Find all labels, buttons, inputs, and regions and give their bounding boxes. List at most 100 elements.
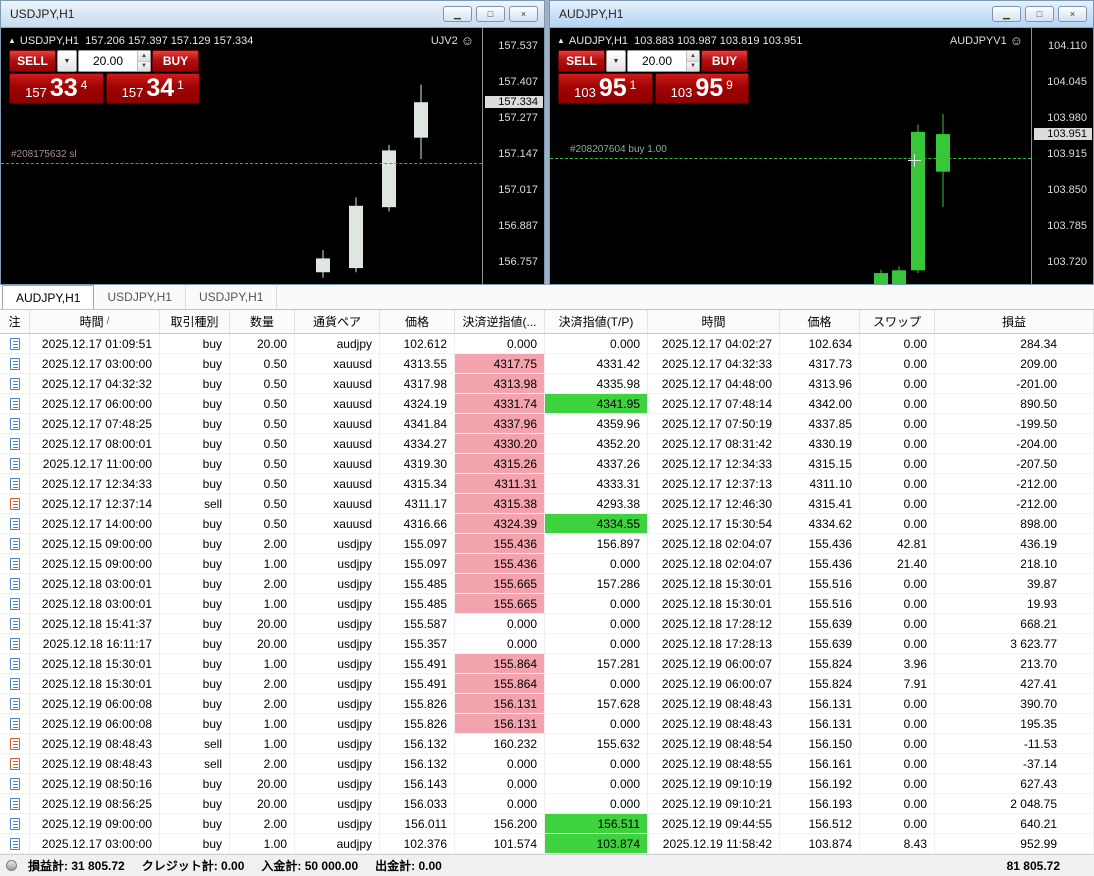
chart-tab[interactable]: USDJPY,H1 — [94, 285, 186, 309]
candle-body — [911, 131, 925, 271]
volume-increase-icon[interactable]: ▲ — [138, 51, 150, 62]
price-scale[interactable]: 157.334 157.537 157.407 157.277 157.147 157.… — [482, 28, 544, 284]
price-scale[interactable]: 103.951 104.110 104.045 103.980 103.915 103.… — [1031, 28, 1093, 284]
sell-button[interactable]: SELL — [9, 50, 56, 72]
ea-badge[interactable]: AUDJPYV1 ☺ — [950, 34, 1023, 47]
sell-button[interactable]: SELL — [558, 50, 605, 72]
column-header[interactable]: 取引種別 — [160, 310, 230, 333]
deal-cell: 0.000 — [545, 774, 648, 794]
chart-tab[interactable]: AUDJPY,H1 — [2, 285, 95, 309]
restore-icon[interactable]: □ — [476, 6, 505, 22]
column-header[interactable]: 時間 — [648, 310, 780, 333]
close-icon[interactable]: × — [509, 6, 538, 22]
restore-icon[interactable]: □ — [1025, 6, 1054, 22]
deal-row[interactable]: 2025.12.15 09:00:00 buy 1.00 usdjpy 155.097 1… — [0, 554, 1094, 574]
deal-row[interactable]: 2025.12.18 15:30:01 buy 1.00 usdjpy 155.491 1… — [0, 654, 1094, 674]
deal-cell: 19.93 — [935, 594, 1094, 614]
volume-input[interactable] — [628, 51, 686, 71]
column-header[interactable]: 決済指値(T/P) — [545, 310, 648, 333]
window-titlebar[interactable]: AUDJPY,H1 ▁ □ × — [550, 1, 1093, 28]
column-header[interactable]: 時間 / — [30, 310, 160, 333]
column-header[interactable]: スワップ — [860, 310, 935, 333]
deal-row[interactable]: 2025.12.17 08:00:01 buy 0.50 xauusd 4334.27 4… — [0, 434, 1094, 454]
deal-cell: 20.00 — [230, 334, 295, 354]
ask-pip-digit: 1 — [177, 78, 184, 92]
deal-cell: 160.232 — [455, 734, 545, 754]
deal-row[interactable]: 2025.12.19 08:48:43 sell 1.00 usdjpy 156.132… — [0, 734, 1094, 754]
deal-cell: buy — [160, 454, 230, 474]
column-header[interactable]: 通貨ペア — [295, 310, 380, 333]
deal-cell: 640.21 — [935, 814, 1094, 834]
deal-row[interactable]: 2025.12.19 06:00:08 buy 1.00 usdjpy 155.826 1… — [0, 714, 1094, 734]
deal-row[interactable]: 2025.12.17 12:34:33 buy 0.50 xauusd 4315.34 4… — [0, 474, 1094, 494]
buy-price-button[interactable]: 157 34 1 — [105, 73, 200, 104]
deal-row[interactable]: 2025.12.18 15:30:01 buy 2.00 usdjpy 155.491 1… — [0, 674, 1094, 694]
deal-cell: 2025.12.17 07:48:25 — [30, 414, 160, 434]
position-line[interactable] — [550, 157, 1031, 159]
deal-row[interactable]: 2025.12.18 16:11:17 buy 20.00 usdjpy 155.357… — [0, 634, 1094, 654]
candle-body — [382, 150, 396, 208]
deal-cell: 0.00 — [860, 714, 935, 734]
one-click-trading-panel: SELL ▼ ▲ ▼ BUY 103951 — [558, 50, 749, 104]
ohlc-readout: ▲ USDJPY,H1 157.206 157.397 157.129 157.3… — [8, 35, 253, 47]
ea-badge[interactable]: UJV2 ☺ — [431, 34, 474, 47]
deal-row[interactable]: 2025.12.17 12:37:14 sell 0.50 xauusd 4311.17… — [0, 494, 1094, 514]
volume-decrease-icon[interactable]: ▼ — [138, 61, 150, 71]
buy-button[interactable]: BUY — [152, 50, 199, 72]
position-line[interactable] — [1, 162, 482, 164]
deal-row[interactable]: 2025.12.17 03:00:00 buy 1.00 audjpy 102.376 1… — [0, 834, 1094, 854]
deal-row[interactable]: 2025.12.17 06:00:00 buy 0.50 xauusd 4324.19 4… — [0, 394, 1094, 414]
deal-cell: sell — [160, 734, 230, 754]
deal-row[interactable]: 2025.12.19 08:50:16 buy 20.00 usdjpy 156.143… — [0, 774, 1094, 794]
deal-cell: -207.50 — [935, 454, 1094, 474]
column-header[interactable]: 損益 — [935, 310, 1094, 333]
deal-cell: 2025.12.18 16:11:17 — [30, 634, 160, 654]
bid-pip-digit: 4 — [80, 78, 88, 92]
volume-increase-icon[interactable]: ▲ — [687, 51, 699, 62]
deal-row[interactable]: 2025.12.19 08:48:43 sell 2.00 usdjpy 156.132… — [0, 754, 1094, 774]
deal-row[interactable]: 2025.12.18 03:00:01 buy 2.00 usdjpy 155.485 1… — [0, 574, 1094, 594]
deal-cell: 2025.12.17 08:31:42 — [648, 434, 780, 454]
deal-cell: 156.143 — [380, 774, 455, 794]
sell-price-button[interactable]: 103 95 1 — [558, 73, 653, 104]
chart-canvas[interactable]: #208175632 sl ▲ USDJPY,H1 157.206 157.397… — [1, 28, 544, 284]
column-header[interactable]: 価格 — [380, 310, 455, 333]
deal-row[interactable]: 2025.12.17 03:00:00 buy 0.50 xauusd 4313.55 4… — [0, 354, 1094, 374]
minimize-icon[interactable]: ▁ — [443, 6, 472, 22]
deal-row[interactable]: 2025.12.19 09:00:00 buy 2.00 usdjpy 156.011 1… — [0, 814, 1094, 834]
column-header[interactable]: 価格 — [780, 310, 860, 333]
chart-tab[interactable]: USDJPY,H1 — [186, 285, 278, 309]
close-icon[interactable]: × — [1058, 6, 1087, 22]
deal-row[interactable]: 2025.12.17 11:00:00 buy 0.50 xauusd 4319.30 4… — [0, 454, 1094, 474]
deal-row[interactable]: 2025.12.19 06:00:08 buy 2.00 usdjpy 155.826 1… — [0, 694, 1094, 714]
deal-row[interactable]: 2025.12.17 14:00:00 buy 0.50 xauusd 4316.66 4… — [0, 514, 1094, 534]
buy-button[interactable]: BUY — [701, 50, 748, 72]
column-header[interactable]: 決済逆指値(... — [455, 310, 545, 333]
sell-price-button[interactable]: 157 33 4 — [9, 73, 104, 104]
window-titlebar[interactable]: USDJPY,H1 ▁ □ × — [1, 1, 544, 28]
deal-cell: 0.000 — [545, 754, 648, 774]
deal-row[interactable]: 2025.12.17 07:48:25 buy 0.50 xauusd 4341.84 4… — [0, 414, 1094, 434]
column-header[interactable]: 数量 — [230, 310, 295, 333]
order-type-dropdown[interactable]: ▼ — [57, 50, 77, 72]
account-summary: 損益計: 31 805.72 クレジット計: 0.00 入金計: 50 000.00… — [28, 857, 459, 874]
order-type-dropdown[interactable]: ▼ — [606, 50, 626, 72]
deal-row[interactable]: 2025.12.19 08:56:25 buy 20.00 usdjpy 156.033… — [0, 794, 1094, 814]
volume-decrease-icon[interactable]: ▼ — [687, 61, 699, 71]
deal-row[interactable]: 2025.12.18 15:41:37 buy 20.00 usdjpy 155.587… — [0, 614, 1094, 634]
minimize-icon[interactable]: ▁ — [992, 6, 1021, 22]
price-scale-label: 157.537 — [498, 40, 538, 52]
volume-input[interactable] — [79, 51, 137, 71]
deal-row[interactable]: 2025.12.15 09:00:00 buy 2.00 usdjpy 155.097 1… — [0, 534, 1094, 554]
deal-cell: 0.00 — [860, 774, 935, 794]
price-scale-label: 157.277 — [498, 112, 538, 124]
deal-cell: 436.19 — [935, 534, 1094, 554]
column-header[interactable]: 注 — [0, 310, 30, 333]
deal-row[interactable]: 2025.12.17 04:32:32 buy 0.50 xauusd 4317.98 4… — [0, 374, 1094, 394]
deal-cell: 155.097 — [380, 534, 455, 554]
buy-price-button[interactable]: 103 95 9 — [654, 73, 749, 104]
deal-row[interactable]: 2025.12.17 01:09:51 buy 20.00 audjpy 102.612… — [0, 334, 1094, 354]
deal-row[interactable]: 2025.12.18 03:00:01 buy 1.00 usdjpy 155.485 1… — [0, 594, 1094, 614]
chart-canvas[interactable]: #208207604 buy 1.00 ▲ AUDJPY,H1 103.883 1… — [550, 28, 1093, 284]
deal-cell: 4337.85 — [780, 414, 860, 434]
